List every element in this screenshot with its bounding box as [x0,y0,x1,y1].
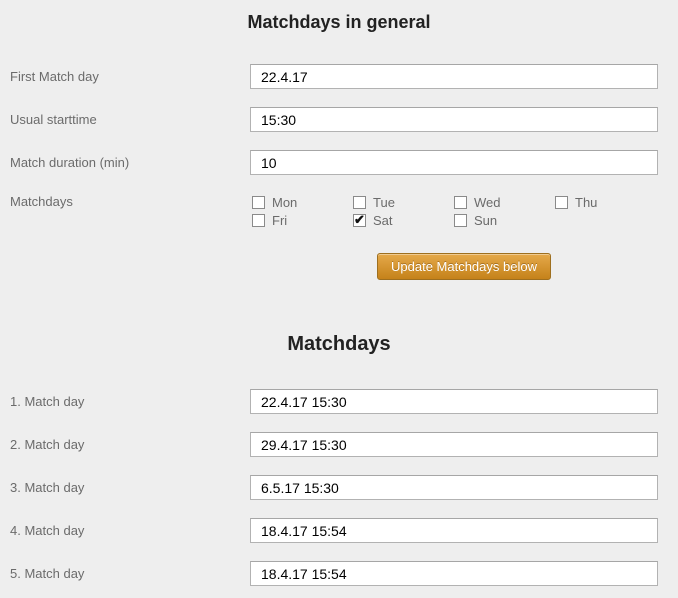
match-day-5-row: 5. Match day [0,561,678,586]
match-duration-input[interactable] [250,150,658,175]
general-form: First Match day Usual starttime Match du… [0,64,678,280]
weekday-wed-label: Wed [474,195,501,210]
matchdays-section-title: Matchdays [0,334,678,354]
weekday-sat-label: Sat [373,213,393,228]
match-day-4-input[interactable] [250,518,658,543]
weekdays-row: Matchdays Mon Tue Wed Thu [0,193,678,229]
matchdays-settings-page: Matchdays in general First Match day Usu… [0,0,678,598]
weekdays-label: Matchdays [0,193,250,211]
weekday-sat-checkbox[interactable] [353,214,366,227]
update-button-row: Update Matchdays below [260,253,668,280]
weekday-option-sun[interactable]: Sun [452,211,553,229]
weekday-thu-label: Thu [575,195,597,210]
usual-starttime-input[interactable] [250,107,658,132]
usual-starttime-label: Usual starttime [0,112,250,127]
usual-starttime-row: Usual starttime [0,107,678,132]
weekday-tue-label: Tue [373,195,395,210]
weekday-mon-label: Mon [272,195,297,210]
weekday-thu-checkbox[interactable] [555,196,568,209]
match-day-2-label: 2. Match day [0,437,250,452]
weekday-option-thu[interactable]: Thu [553,193,654,211]
weekday-fri-label: Fri [272,213,287,228]
general-section-title: Matchdays in general [0,0,678,31]
weekday-sun-checkbox[interactable] [454,214,467,227]
weekday-mon-checkbox[interactable] [252,196,265,209]
match-day-3-label: 3. Match day [0,480,250,495]
first-match-day-row: First Match day [0,64,678,89]
match-day-3-input[interactable] [250,475,658,500]
match-day-5-label: 5. Match day [0,566,250,581]
weekday-wed-checkbox[interactable] [454,196,467,209]
match-day-2-input[interactable] [250,432,658,457]
match-day-4-label: 4. Match day [0,523,250,538]
weekday-option-fri[interactable]: Fri [250,211,351,229]
first-match-day-input[interactable] [250,64,658,89]
matchdays-form: 1. Match day 2. Match day 3. Match day 4… [0,389,678,586]
weekday-tue-checkbox[interactable] [353,196,366,209]
match-day-1-input[interactable] [250,389,658,414]
weekday-fri-checkbox[interactable] [252,214,265,227]
match-day-2-row: 2. Match day [0,432,678,457]
match-day-4-row: 4. Match day [0,518,678,543]
weekday-option-wed[interactable]: Wed [452,193,553,211]
weekday-option-tue[interactable]: Tue [351,193,452,211]
weekday-option-sat[interactable]: Sat [351,211,452,229]
match-day-1-label: 1. Match day [0,394,250,409]
weekday-option-mon[interactable]: Mon [250,193,351,211]
match-day-5-input[interactable] [250,561,658,586]
update-matchdays-button[interactable]: Update Matchdays below [377,253,551,280]
match-day-3-row: 3. Match day [0,475,678,500]
weekday-grid: Mon Tue Wed Thu Fri [250,193,658,229]
match-day-1-row: 1. Match day [0,389,678,414]
weekday-sun-label: Sun [474,213,497,228]
match-duration-row: Match duration (min) [0,150,678,175]
first-match-day-label: First Match day [0,69,250,84]
match-duration-label: Match duration (min) [0,155,250,170]
